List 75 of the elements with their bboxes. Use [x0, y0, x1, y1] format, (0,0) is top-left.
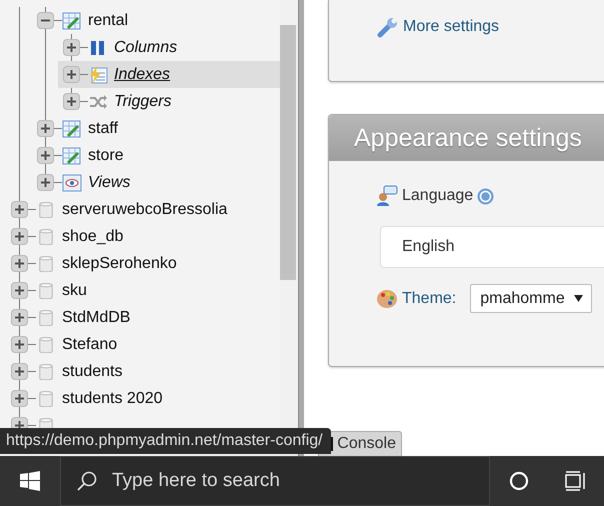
tree-item-link[interactable]: Views	[88, 174, 130, 192]
plus-icon	[14, 231, 25, 242]
plus-icon	[14, 339, 25, 350]
plus-icon	[40, 123, 51, 134]
expand-button[interactable]	[11, 363, 28, 380]
dropdown-caret-icon	[574, 295, 584, 302]
taskbar-search-field[interactable]: Type here to search	[60, 456, 490, 506]
expand-button[interactable]	[63, 66, 80, 83]
plus-icon	[14, 285, 25, 296]
expand-button[interactable]	[11, 201, 28, 218]
plus-icon	[66, 96, 77, 107]
plus-icon	[14, 393, 25, 404]
search-icon	[76, 470, 98, 492]
expand-button[interactable]	[63, 93, 80, 110]
theme-select[interactable]: pmahomme	[470, 284, 592, 313]
table-icon	[62, 146, 82, 166]
tree-item-link[interactable]: Columns	[114, 38, 178, 56]
database-icon	[39, 256, 53, 272]
plus-icon	[14, 312, 25, 323]
expand-button[interactable]	[11, 228, 28, 245]
tree-item-link[interactable]: students	[62, 362, 122, 380]
palette-icon	[376, 288, 398, 310]
expand-button[interactable]	[37, 120, 54, 137]
expand-button[interactable]	[11, 390, 28, 407]
card-title: Appearance settings	[354, 124, 582, 152]
more-settings-link[interactable]: More settings	[403, 18, 500, 36]
plus-icon	[40, 177, 51, 188]
plus-icon	[66, 42, 77, 53]
tree-item-link[interactable]: sklepSerohenko	[62, 254, 177, 272]
database-icon	[39, 310, 53, 326]
tree-item-link[interactable]: sku	[62, 282, 87, 300]
task-view-icon	[564, 471, 586, 491]
tree-item-link[interactable]: store	[88, 146, 124, 164]
theme-label: Theme:	[402, 290, 456, 308]
expand-button[interactable]	[11, 336, 28, 353]
plus-icon	[14, 366, 25, 377]
tree-item-link[interactable]: serveruwebcoBressolia	[62, 200, 228, 218]
plus-icon	[14, 204, 25, 215]
scrollbar-thumb[interactable]	[280, 25, 296, 280]
person-speech-icon	[376, 185, 398, 207]
tree-item-link[interactable]: shoe_db	[62, 228, 124, 246]
database-icon	[39, 202, 53, 218]
tree-item-link[interactable]: StdMdDB	[62, 308, 130, 326]
language-field[interactable]: English	[380, 226, 604, 268]
windows-logo-icon	[20, 471, 40, 491]
plus-icon	[14, 258, 25, 269]
expand-button[interactable]	[63, 39, 80, 56]
link-tooltip: https://demo.phpmyadmin.net/master-config/	[0, 428, 331, 454]
expand-button[interactable]	[11, 282, 28, 299]
table-icon	[62, 118, 82, 138]
database-icon	[39, 364, 53, 380]
expand-button[interactable]	[11, 309, 28, 326]
tree-item-link[interactable]: Indexes	[114, 66, 170, 84]
tree-item-link[interactable]: students 2020	[62, 390, 163, 408]
expand-button[interactable]	[37, 174, 54, 191]
database-icon	[39, 336, 53, 352]
expand-button[interactable]	[11, 255, 28, 272]
tree-item-link[interactable]: staff	[88, 120, 118, 138]
tree-item-link[interactable]: Triggers	[114, 92, 172, 110]
expand-button[interactable]	[37, 147, 54, 164]
language-label: Language	[402, 187, 474, 205]
help-icon[interactable]	[477, 188, 494, 204]
wrench-icon	[377, 16, 399, 38]
view-icon	[62, 172, 82, 192]
collapse-button[interactable]	[37, 12, 54, 29]
tree-item-link[interactable]: rental	[88, 12, 128, 30]
plus-icon	[40, 150, 51, 161]
tree-item-link[interactable]: Stefano	[62, 336, 118, 354]
table-icon	[62, 10, 82, 30]
lightning-table-icon	[88, 64, 108, 84]
circle-icon	[508, 471, 528, 491]
database-icon	[39, 282, 53, 298]
database-icon	[39, 228, 53, 244]
plus-icon	[66, 69, 77, 80]
database-icon	[39, 390, 53, 406]
